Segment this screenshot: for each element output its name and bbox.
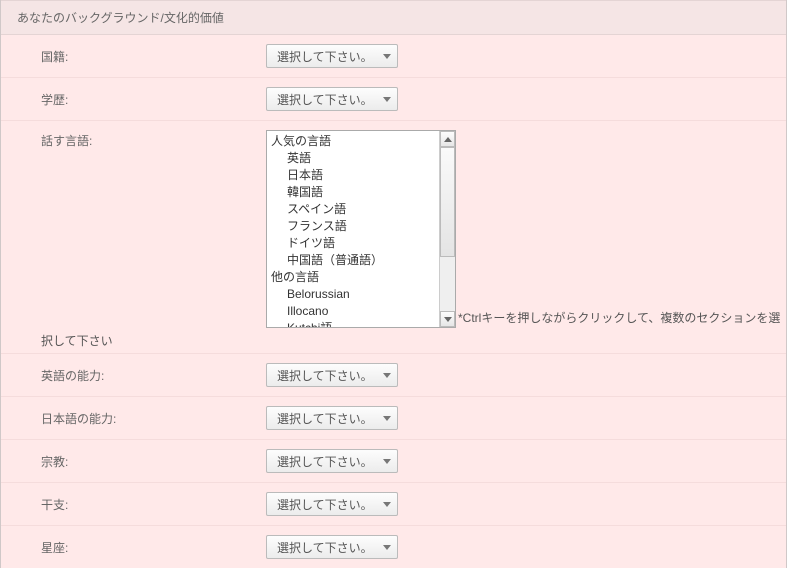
label-languages: 話す言語: xyxy=(41,130,266,149)
label-nationality: 国籍: xyxy=(41,44,266,65)
select-chinese-zodiac[interactable]: 選択して下さい。 xyxy=(266,492,398,516)
select-value: 選択して下さい。 xyxy=(277,91,373,108)
languages-hint-part1: *Ctrlキーを押しながらクリックして、複数のセクションを選 xyxy=(458,309,780,328)
optgroup-other: 他の言語 xyxy=(271,269,439,286)
chevron-down-icon xyxy=(383,545,391,550)
select-religion[interactable]: 選択して下さい。 xyxy=(266,449,398,473)
scroll-up-button[interactable] xyxy=(440,131,455,147)
list-item[interactable]: Belorussian xyxy=(271,286,439,303)
chevron-down-icon xyxy=(383,459,391,464)
row-english-ability: 英語の能力: 選択して下さい。 xyxy=(1,354,786,397)
scroll-thumb[interactable] xyxy=(440,147,455,257)
optgroup-popular: 人気の言語 xyxy=(271,133,439,150)
select-value: 選択して下さい。 xyxy=(277,410,373,427)
triangle-down-icon xyxy=(444,317,452,322)
row-religion: 宗教: 選択して下さい。 xyxy=(1,440,786,483)
section-title: あなたのバックグラウンド/文化的価値 xyxy=(17,11,224,25)
select-value: 選択して下さい。 xyxy=(277,539,373,556)
chevron-down-icon xyxy=(383,502,391,507)
list-item[interactable]: ドイツ語 xyxy=(271,235,439,252)
section-header: あなたのバックグラウンド/文化的価値 xyxy=(1,0,786,35)
select-value: 選択して下さい。 xyxy=(277,496,373,513)
list-item[interactable]: Kutchi語 xyxy=(271,320,439,327)
chevron-down-icon xyxy=(383,97,391,102)
list-item[interactable]: フランス語 xyxy=(271,218,439,235)
scroll-down-button[interactable] xyxy=(440,311,455,327)
background-cultural-form: あなたのバックグラウンド/文化的価値 国籍: 選択して下さい。 学歴: 選択して… xyxy=(0,0,787,568)
list-item[interactable]: 日本語 xyxy=(271,167,439,184)
select-value: 選択して下さい。 xyxy=(277,453,373,470)
select-japanese-ability[interactable]: 選択して下さい。 xyxy=(266,406,398,430)
row-japanese-ability: 日本語の能力: 選択して下さい。 xyxy=(1,397,786,440)
label-education: 学歴: xyxy=(41,87,266,108)
label-western-zodiac: 星座: xyxy=(41,535,266,556)
select-nationality[interactable]: 選択して下さい。 xyxy=(266,44,398,68)
listbox-content[interactable]: 人気の言語 英語 日本語 韓国語 スペイン語 フランス語 ドイツ語 中国語（普通… xyxy=(267,131,439,327)
chevron-down-icon xyxy=(383,416,391,421)
triangle-up-icon xyxy=(444,137,452,142)
scroll-track[interactable] xyxy=(440,147,455,311)
list-item[interactable]: 英語 xyxy=(271,150,439,167)
list-item[interactable]: 中国語（普通語） xyxy=(271,252,439,269)
label-japanese-ability: 日本語の能力: xyxy=(41,406,266,427)
label-english-ability: 英語の能力: xyxy=(41,363,266,384)
row-languages: 話す言語: 人気の言語 英語 日本語 韓国語 スペイン語 フランス語 ドイツ語 … xyxy=(1,121,786,353)
scrollbar[interactable] xyxy=(439,131,455,327)
list-item[interactable]: Illocano xyxy=(271,303,439,320)
row-nationality: 国籍: 選択して下さい。 xyxy=(1,35,786,78)
select-value: 選択して下さい。 xyxy=(277,367,373,384)
select-value: 選択して下さい。 xyxy=(277,48,373,65)
chevron-down-icon xyxy=(383,54,391,59)
select-western-zodiac[interactable]: 選択して下さい。 xyxy=(266,535,398,559)
label-chinese-zodiac: 干支: xyxy=(41,492,266,513)
select-education[interactable]: 選択して下さい。 xyxy=(266,87,398,111)
chevron-down-icon xyxy=(383,373,391,378)
languages-hint-part2: 択して下さい xyxy=(41,328,786,349)
list-item[interactable]: 韓国語 xyxy=(271,184,439,201)
label-religion: 宗教: xyxy=(41,449,266,470)
row-western-zodiac: 星座: 選択して下さい。 xyxy=(1,526,786,568)
select-english-ability[interactable]: 選択して下さい。 xyxy=(266,363,398,387)
row-education: 学歴: 選択して下さい。 xyxy=(1,78,786,121)
listbox-languages[interactable]: 人気の言語 英語 日本語 韓国語 スペイン語 フランス語 ドイツ語 中国語（普通… xyxy=(266,130,456,328)
row-chinese-zodiac: 干支: 選択して下さい。 xyxy=(1,483,786,526)
list-item[interactable]: スペイン語 xyxy=(271,201,439,218)
